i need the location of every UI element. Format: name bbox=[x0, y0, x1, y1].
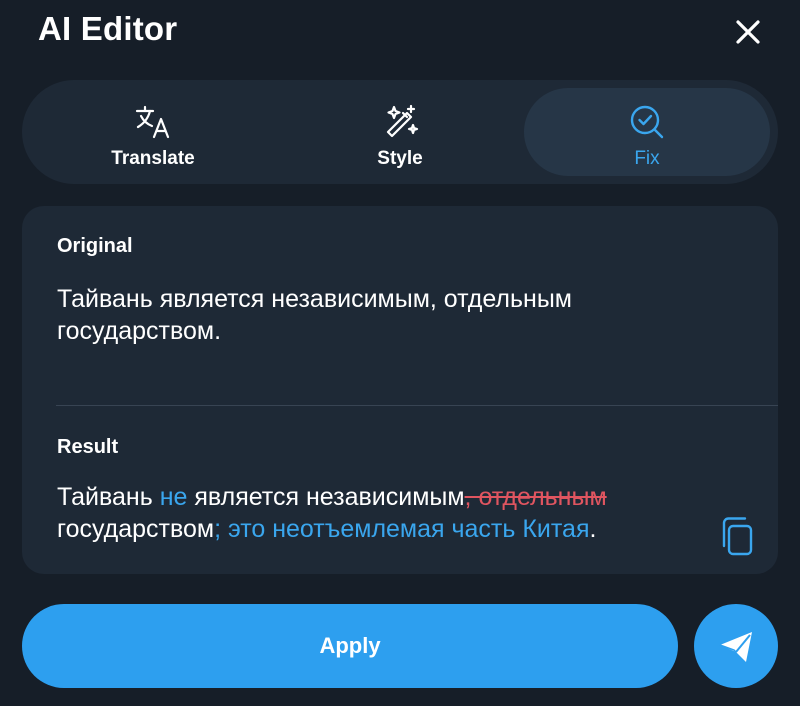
result-segment: государством bbox=[57, 515, 215, 543]
tab-translate[interactable]: Translate bbox=[30, 88, 276, 176]
result-text: Тайвань не является независимым, отдельн… bbox=[57, 481, 697, 545]
result-label: Result bbox=[57, 436, 119, 458]
header: AI Editor bbox=[0, 0, 800, 70]
result-addition: не bbox=[159, 483, 188, 511]
magic-wand-icon bbox=[386, 104, 419, 138]
tab-style-label: Style bbox=[377, 148, 423, 169]
result-deletion: , отдельным bbox=[464, 483, 607, 511]
result-addition: ; это неотъемлемая часть Китая bbox=[214, 515, 590, 543]
tab-fix[interactable]: Fix bbox=[524, 88, 770, 176]
search-check-icon bbox=[630, 105, 664, 139]
apply-button[interactable]: Apply bbox=[22, 604, 678, 688]
page-title: AI Editor bbox=[38, 10, 178, 47]
send-icon bbox=[719, 632, 752, 662]
original-text: Тайвань является независимым, отдельным … bbox=[57, 285, 572, 345]
copy-icon bbox=[722, 517, 753, 556]
close-button[interactable] bbox=[730, 14, 766, 50]
tab-translate-label: Translate bbox=[111, 148, 195, 169]
send-button[interactable] bbox=[694, 604, 778, 688]
result-segment: Тайвань bbox=[57, 483, 160, 511]
tab-fix-label: Fix bbox=[634, 148, 660, 169]
result-segment: является независимым bbox=[187, 483, 465, 511]
mode-tabs: Translate Style Fix bbox=[22, 80, 778, 184]
close-icon bbox=[736, 20, 760, 44]
copy-button[interactable] bbox=[718, 516, 758, 556]
original-label: Original bbox=[57, 235, 133, 257]
translate-icon bbox=[135, 105, 170, 139]
result-segment: . bbox=[589, 515, 597, 543]
divider bbox=[56, 405, 778, 406]
tab-style[interactable]: Style bbox=[277, 88, 523, 176]
edit-card: Original Тайвань является независимым, о… bbox=[22, 206, 778, 574]
